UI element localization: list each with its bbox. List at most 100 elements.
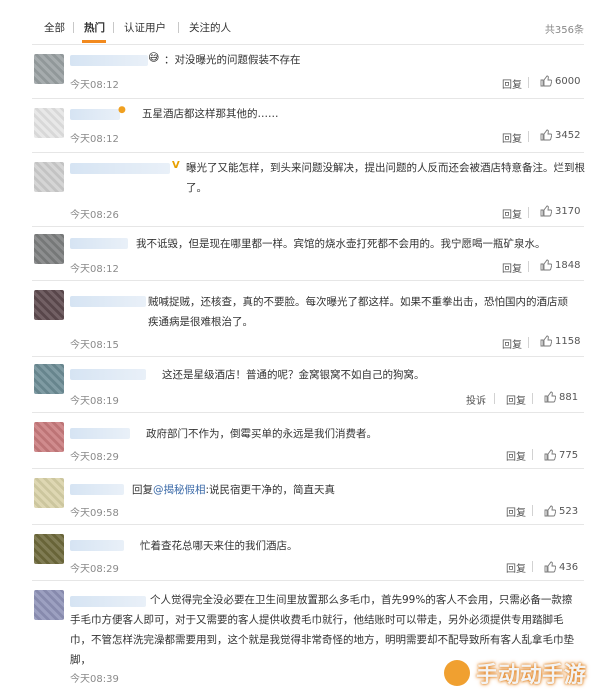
reply-button[interactable]: 回复 — [506, 504, 526, 519]
comment-time: 今天08:12 — [70, 134, 119, 145]
thumbs-up-icon — [540, 335, 552, 347]
watermark-text: 手动动手游 — [475, 663, 586, 688]
divider — [32, 412, 584, 413]
comment-time: 今天08:26 — [70, 210, 119, 221]
divider — [32, 226, 584, 227]
action-divider — [528, 131, 529, 142]
like-count: 881 — [559, 391, 579, 403]
reply-button[interactable]: 回复 — [502, 336, 522, 351]
active-tab-indicator — [82, 40, 106, 43]
like-button[interactable]: 3170 — [540, 205, 580, 217]
thumbs-up-icon — [544, 561, 556, 573]
comment-time: 今天08:39 — [70, 674, 119, 685]
avatar[interactable] — [34, 290, 64, 320]
divider — [32, 356, 584, 357]
username-blurred[interactable] — [70, 55, 148, 66]
like-count: 436 — [559, 561, 579, 573]
comment-time: 今天08:29 — [70, 452, 119, 463]
comment-time: 今天08:15 — [70, 340, 119, 351]
like-count: 3170 — [555, 205, 581, 217]
tab-following[interactable]: 关注的人 — [189, 20, 231, 35]
username-blurred[interactable] — [70, 369, 146, 380]
reply-button[interactable]: 回复 — [506, 560, 526, 575]
like-button[interactable]: 3452 — [540, 129, 580, 141]
reply-prefix: 回复 — [132, 484, 153, 496]
comment-time: 今天09:58 — [70, 508, 119, 519]
watermark-logo: 手动动手游 — [443, 657, 586, 689]
like-button[interactable]: 436 — [544, 561, 578, 573]
like-button[interactable]: 1848 — [540, 259, 580, 271]
like-count: 523 — [559, 505, 579, 517]
comment-time: 今天08:12 — [70, 264, 119, 275]
action-divider — [528, 77, 529, 88]
action-divider — [528, 261, 529, 272]
reply-button[interactable]: 回复 — [506, 392, 526, 407]
like-count: 775 — [559, 449, 579, 461]
avatar[interactable] — [34, 234, 64, 264]
avatar[interactable] — [34, 108, 64, 138]
mention-link[interactable]: @揭秘假相 — [153, 484, 206, 496]
username-blurred[interactable] — [70, 163, 170, 174]
comment-text: 政府部门不作为，倒霉买单的永远是我们消费者。 — [146, 428, 377, 440]
divider — [32, 280, 584, 281]
comment-text: 曝光了又能怎样，到头来问题没解决，提出问题的人反而还会被酒店特意备注。烂到根了。 — [186, 158, 586, 198]
thumbs-up-icon — [544, 391, 556, 403]
action-divider — [532, 505, 533, 516]
reply-button[interactable]: 回复 — [502, 206, 522, 221]
like-count: 1848 — [555, 259, 581, 271]
username-blurred[interactable] — [70, 238, 128, 249]
tab-all[interactable]: 全部 — [44, 20, 65, 35]
username-blurred[interactable] — [70, 296, 146, 307]
tab-divider — [73, 22, 74, 33]
username-blurred[interactable] — [70, 540, 124, 551]
action-divider — [528, 337, 529, 348]
comment-time: 今天08:12 — [70, 80, 119, 91]
comment-text-content: 曝光了又能怎样，到头来问题没解决，提出问题的人反而还会被酒店特意备注。烂到根了。 — [186, 162, 585, 194]
divider — [32, 98, 584, 99]
avatar[interactable] — [34, 590, 64, 620]
thumbs-up-icon — [540, 129, 552, 141]
username-blurred[interactable] — [70, 109, 120, 120]
avatar[interactable] — [34, 534, 64, 564]
reply-button[interactable]: 回复 — [506, 448, 526, 463]
thumbs-up-icon — [540, 205, 552, 217]
like-button[interactable]: 1158 — [540, 335, 580, 347]
avatar[interactable] — [34, 54, 64, 84]
username-blurred[interactable] — [70, 428, 130, 439]
reply-button[interactable]: 回复 — [502, 76, 522, 91]
like-button[interactable]: 6000 — [540, 75, 580, 87]
reply-button[interactable]: 回复 — [502, 260, 522, 275]
like-button[interactable]: 523 — [544, 505, 578, 517]
report-button[interactable]: 投诉 — [466, 392, 486, 407]
reply-button[interactable]: 回复 — [502, 130, 522, 145]
comment-time: 今天08:19 — [70, 396, 119, 407]
comment-total-count: 共356条 — [544, 25, 584, 36]
avatar[interactable] — [34, 364, 64, 394]
avatar[interactable] — [34, 422, 64, 452]
comment-filter-tabs: 全部 热门 认证用户 关注的人 共356条 — [0, 0, 594, 44]
like-button[interactable]: 881 — [544, 391, 578, 403]
comment-text: 贼喊捉贼，还核查，真的不要脸。每次曝光了都这样。如果不重拳出击，恐怕国内的酒店顽… — [148, 296, 568, 328]
action-divider — [528, 207, 529, 218]
comment-text: 五星酒店都这样那其他的…… — [142, 108, 279, 120]
action-divider — [494, 393, 495, 404]
tab-divider — [178, 22, 179, 33]
divider — [32, 524, 584, 525]
like-count: 1158 — [555, 335, 581, 347]
divider — [32, 152, 584, 153]
avatar[interactable] — [34, 162, 64, 192]
like-button[interactable]: 775 — [544, 449, 578, 461]
username-blurred[interactable] — [70, 484, 124, 495]
thumbs-up-icon — [544, 449, 556, 461]
comment-text: 我不诋毁，但是现在哪里都一样。宾馆的烧水壶打死都不会用的。我宁愿喝一瓶矿泉水。 — [136, 238, 546, 250]
avatar[interactable] — [34, 478, 64, 508]
tab-verified-users[interactable]: 认证用户 — [124, 20, 166, 35]
thumbs-up-icon — [540, 259, 552, 271]
emoji-icon: 😅 — [148, 51, 160, 64]
thumbs-up-icon — [544, 505, 556, 517]
comment-text: 忙着查花总哪天来住的我们酒店。 — [140, 540, 298, 552]
watermark-logo-icon — [443, 660, 470, 686]
divider — [32, 468, 584, 469]
tab-divider — [113, 22, 114, 33]
tab-hot[interactable]: 热门 — [84, 20, 105, 35]
